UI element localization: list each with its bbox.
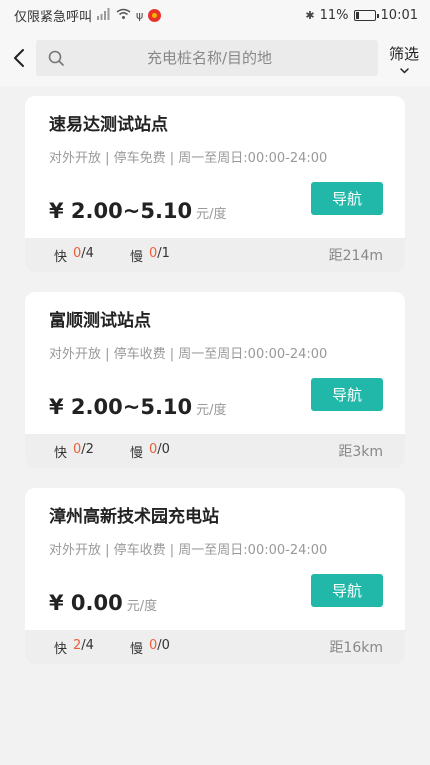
- slow-charger-count: 慢 0/0: [130, 638, 170, 657]
- fast-label: 快: [54, 641, 68, 657]
- station-card[interactable]: 漳州高新技术园充电站 对外开放 | 停车收费 | 周一至周日:00:00-24:…: [25, 488, 405, 664]
- fast-total: /2: [81, 441, 94, 457]
- search-input[interactable]: [75, 49, 366, 67]
- search-icon: [48, 50, 65, 67]
- battery-icon: [353, 9, 379, 21]
- battery-percent: 11%: [319, 7, 349, 23]
- station-info: 对外开放 | 停车收费 | 周一至周日:00:00-24:00: [49, 347, 328, 362]
- fast-label: 快: [54, 445, 68, 461]
- back-button[interactable]: [10, 43, 28, 73]
- price-unit: 元/度: [196, 207, 227, 222]
- price-row: ¥ 2.00~5.10 元/度 导航: [49, 378, 383, 419]
- station-card[interactable]: 速易达测试站点 对外开放 | 停车免费 | 周一至周日:00:00-24:00 …: [25, 96, 405, 272]
- distance: 距3km: [338, 444, 383, 460]
- station-name: 富顺测试站点: [49, 311, 151, 331]
- price-unit: 元/度: [126, 599, 158, 614]
- price-row: ¥ 2.00~5.10 元/度 导航: [49, 182, 383, 223]
- slow-label: 慢: [129, 249, 143, 265]
- slow-total: /0: [157, 441, 170, 457]
- status-bar: 仅限紧急呼叫 ψ ✱ 11% 10:01: [0, 0, 430, 30]
- filter-label: 筛选: [388, 44, 419, 63]
- price: ¥ 2.00~5.10 元/度: [49, 199, 227, 223]
- station-name: 漳州高新技术园充电站: [49, 507, 219, 527]
- slow-charger-count: 慢 0/0: [130, 442, 170, 461]
- price-row: ¥ 0.00 元/度 导航: [49, 574, 383, 615]
- station-card[interactable]: 富顺测试站点 对外开放 | 停车收费 | 周一至周日:00:00-24:00 ¥…: [25, 292, 405, 468]
- signal-icon: [97, 7, 111, 23]
- fast-label: 快: [54, 249, 68, 265]
- slow-label: 慢: [129, 445, 143, 461]
- clock: 10:01: [380, 7, 418, 23]
- chevron-left-icon: [14, 49, 24, 67]
- price: ¥ 0.00 元/度: [49, 591, 157, 615]
- charger-summary: 快 2/4 慢 0/0 距16km: [25, 630, 405, 664]
- fast-total: /4: [81, 637, 94, 653]
- status-bar-right: ✱ 11% 10:01: [305, 8, 418, 23]
- search-box[interactable]: [36, 40, 378, 76]
- station-card-body: 漳州高新技术园充电站 对外开放 | 停车收费 | 周一至周日:00:00-24:…: [25, 488, 405, 630]
- distance: 距214m: [328, 248, 383, 264]
- station-list: 速易达测试站点 对外开放 | 停车免费 | 周一至周日:00:00-24:00 …: [0, 86, 430, 664]
- price-unit: 元/度: [196, 403, 227, 418]
- status-bar-left: 仅限紧急呼叫 ψ: [14, 6, 162, 25]
- fast-charger-count: 快 0/2: [54, 442, 94, 461]
- station-info: 对外开放 | 停车收费 | 周一至周日:00:00-24:00: [49, 543, 328, 558]
- fast-total: /4: [81, 245, 94, 261]
- slow-charger-count: 慢 0/1: [130, 246, 170, 265]
- slow-available: 0: [148, 637, 158, 653]
- slow-available: 0: [148, 441, 158, 457]
- header-bar: 筛选: [0, 30, 430, 86]
- slow-label: 慢: [129, 641, 143, 657]
- weibo-icon: [148, 8, 162, 22]
- price-value: ¥ 0.00: [49, 591, 123, 615]
- distance: 距16km: [329, 640, 383, 656]
- navigate-button[interactable]: 导航: [311, 574, 383, 607]
- price: ¥ 2.00~5.10 元/度: [49, 395, 227, 419]
- charger-summary: 快 0/2 慢 0/0 距3km: [25, 434, 405, 468]
- station-name: 速易达测试站点: [49, 115, 168, 135]
- wifi-icon: [116, 8, 131, 23]
- bluetooth-icon: ✱: [305, 8, 315, 22]
- station-card-body: 速易达测试站点 对外开放 | 停车免费 | 周一至周日:00:00-24:00 …: [25, 96, 405, 238]
- fast-charger-count: 快 0/4: [54, 246, 94, 265]
- usb-icon: ψ: [136, 8, 144, 22]
- carrier-text: 仅限紧急呼叫: [14, 9, 93, 25]
- station-info: 对外开放 | 停车免费 | 周一至周日:00:00-24:00: [49, 151, 328, 166]
- station-card-body: 富顺测试站点 对外开放 | 停车收费 | 周一至周日:00:00-24:00 ¥…: [25, 292, 405, 434]
- price-value: ¥ 2.00~5.10: [49, 395, 193, 419]
- navigate-button[interactable]: 导航: [311, 182, 383, 215]
- slow-available: 0: [148, 245, 158, 261]
- chevron-down-icon: [399, 64, 409, 74]
- price-value: ¥ 2.00~5.10: [49, 199, 193, 223]
- charger-summary: 快 0/4 慢 0/1 距214m: [25, 238, 405, 272]
- slow-total: /1: [157, 245, 170, 261]
- slow-total: /0: [157, 637, 170, 653]
- navigate-button[interactable]: 导航: [311, 378, 383, 411]
- filter-button[interactable]: 筛选: [386, 43, 422, 74]
- fast-charger-count: 快 2/4: [54, 638, 94, 657]
